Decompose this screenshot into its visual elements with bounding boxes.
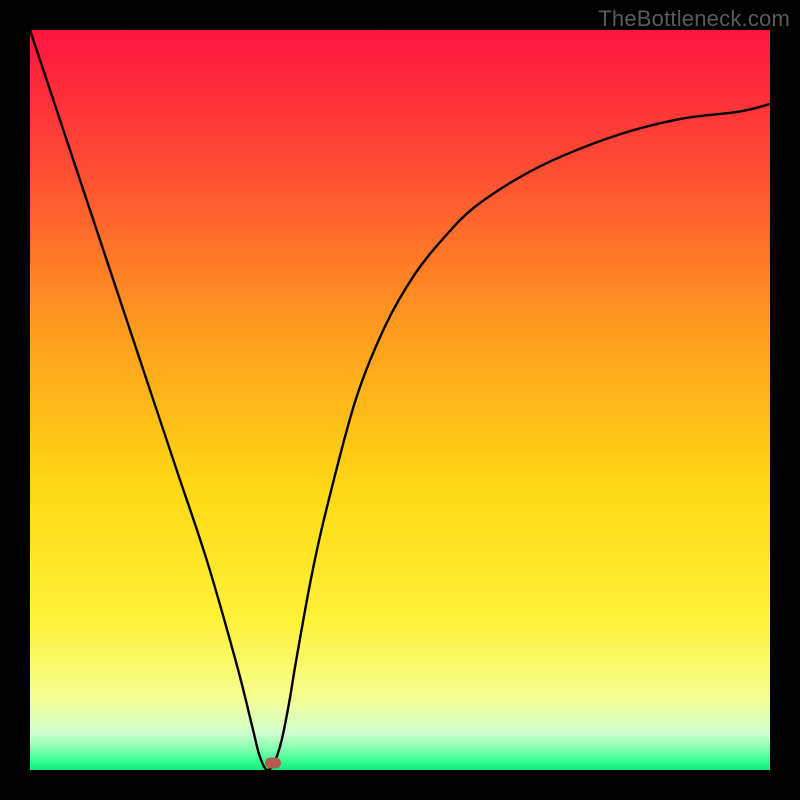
optimal-marker (265, 757, 281, 768)
curve-svg (30, 30, 770, 770)
plot-area (30, 30, 770, 770)
bottleneck-curve (30, 30, 770, 770)
watermark-text: TheBottleneck.com (598, 6, 790, 32)
chart-frame: TheBottleneck.com (0, 0, 800, 800)
